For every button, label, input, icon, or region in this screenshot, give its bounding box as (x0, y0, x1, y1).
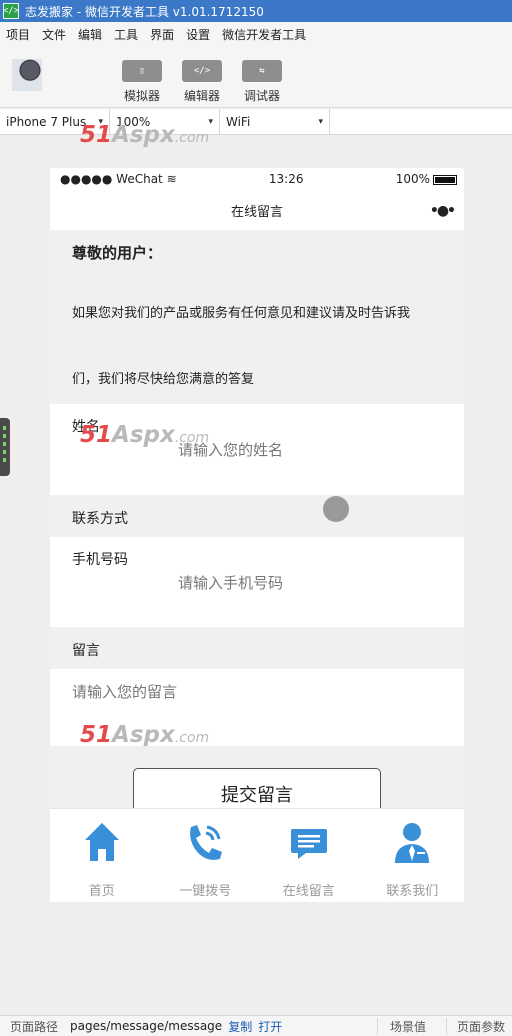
menu-view[interactable]: 界面 (144, 26, 180, 43)
scene-value-tab[interactable]: 场景值 (376, 1017, 426, 1035)
device-value: iPhone 7 Plus (6, 114, 87, 129)
wifi-icon: ≋ (166, 172, 177, 186)
simulator-label: 模拟器 (123, 89, 160, 103)
phone-call-icon (190, 825, 223, 860)
name-label: 姓名 (72, 419, 100, 435)
menu-devtools[interactable]: 微信开发者工具 (216, 26, 312, 43)
message-field[interactable]: 请输入您的留言 (50, 669, 464, 746)
phone-icon: ▯ (122, 60, 162, 82)
code-icon: </> (182, 60, 222, 82)
menu-project[interactable]: 项目 (0, 26, 36, 43)
battery-icon (433, 174, 457, 185)
nav-bar: 在线留言 •●• (50, 190, 464, 230)
tab-contact-label: 联系我们 (386, 884, 439, 899)
chevron-down-icon: ▾ (98, 116, 103, 127)
tab-call[interactable]: 一键拨号 (154, 809, 258, 902)
intro-panel: 尊敬的用户： 如果您对我们的产品或服务有任何意见和建议请及时告诉我 们，我们将尽… (50, 230, 464, 404)
simulator-selectors: iPhone 7 Plus ▾ 100% ▾ WiFi ▾ (0, 108, 512, 135)
page-params-tab[interactable]: 页面参数 (445, 1017, 505, 1035)
debug-icon: ⇆ (242, 60, 282, 82)
phone-input[interactable]: 请输入手机号码 (178, 572, 283, 593)
window-titlebar: </> 志发搬家 - 微信开发者工具 v1.01.1712150 (0, 0, 512, 22)
network-value: WiFi (226, 114, 251, 129)
chevron-down-icon: ▾ (208, 116, 213, 127)
tab-home-label: 首页 (88, 884, 115, 899)
toolbar: ▯ 模拟器 </> 编辑器 ⇆ 调试器 (0, 46, 512, 108)
touch-cursor (323, 496, 349, 522)
name-input[interactable]: 请输入您的姓名 (178, 439, 283, 460)
intro-line-1: 如果您对我们的产品或服务有任何意见和建议请及时告诉我 (72, 306, 411, 321)
intro-line-2: 们，我们将尽快给您满意的答复 (72, 372, 255, 387)
tab-message[interactable]: 在线留言 (257, 809, 361, 902)
name-field[interactable]: 姓名 请输入您的姓名 (50, 404, 464, 495)
editor-label: 编辑器 (183, 89, 220, 103)
message-header: 留言 (50, 627, 464, 669)
menu-bar: 项目 文件 编辑 工具 界面 设置 微信开发者工具 (0, 22, 512, 46)
debugger-button[interactable]: ⇆ 调试器 (232, 60, 292, 104)
side-drag-handle[interactable] (0, 418, 10, 476)
tab-call-label: 一键拨号 (179, 884, 232, 899)
tab-contact[interactable]: 联系我们 (361, 809, 465, 902)
status-bar: ●●●●● WeChat ≋ 13:26 100% (50, 168, 464, 190)
editor-button[interactable]: </> 编辑器 (172, 60, 232, 104)
app-icon: </> (3, 3, 19, 19)
phone-field[interactable]: 手机号码 请输入手机号码 (50, 537, 464, 627)
open-link[interactable]: 打开 (258, 1018, 282, 1035)
phone-simulator: ●●●●● WeChat ≋ 13:26 100% 在线留言 •●• 尊敬的用户… (50, 168, 464, 902)
greeting: 尊敬的用户： (72, 244, 163, 262)
menu-settings[interactable]: 设置 (180, 26, 216, 43)
chevron-down-icon: ▾ (318, 116, 323, 127)
menu-tools[interactable]: 工具 (108, 26, 144, 43)
menu-edit[interactable]: 编辑 (72, 26, 108, 43)
home-icon (84, 823, 119, 861)
copy-link[interactable]: 复制 (228, 1018, 252, 1035)
menu-file[interactable]: 文件 (36, 26, 72, 43)
network-select[interactable]: WiFi ▾ (220, 108, 330, 135)
submit-area: 提交留言 (50, 746, 464, 816)
message-icon (290, 829, 327, 859)
device-select[interactable]: iPhone 7 Plus ▾ (0, 108, 110, 135)
zoom-select[interactable]: 100% ▾ (110, 108, 220, 135)
tab-message-label: 在线留言 (282, 884, 335, 899)
signal-carrier: ●●●●● WeChat ≋ (60, 172, 177, 186)
battery-status: 100% (396, 172, 457, 186)
message-textarea[interactable]: 请输入您的留言 (72, 681, 177, 702)
debugger-label: 调试器 (243, 89, 280, 103)
page-title: 在线留言 (230, 204, 283, 220)
phone-label: 手机号码 (72, 552, 128, 568)
contact-header: 联系方式 (50, 495, 464, 537)
page-path-label: 页面路径 (10, 1019, 59, 1034)
status-footer: 页面路径 pages/message/message 复制 打开 场景值 页面参… (0, 1015, 512, 1036)
simulator-button[interactable]: ▯ 模拟器 (112, 60, 172, 104)
window-title: 志发搬家 - 微信开发者工具 v1.01.1712150 (25, 4, 264, 19)
more-icon[interactable]: •●• (430, 203, 456, 219)
zoom-value: 100% (116, 114, 151, 129)
tab-bar: 首页 一键拨号 在线留言 联系我们 (50, 808, 464, 902)
page-path: pages/message/message (70, 1019, 223, 1033)
avatar[interactable] (12, 59, 42, 91)
contact-icon (395, 823, 430, 863)
status-time: 13:26 (268, 172, 304, 186)
tab-home[interactable]: 首页 (50, 809, 154, 902)
